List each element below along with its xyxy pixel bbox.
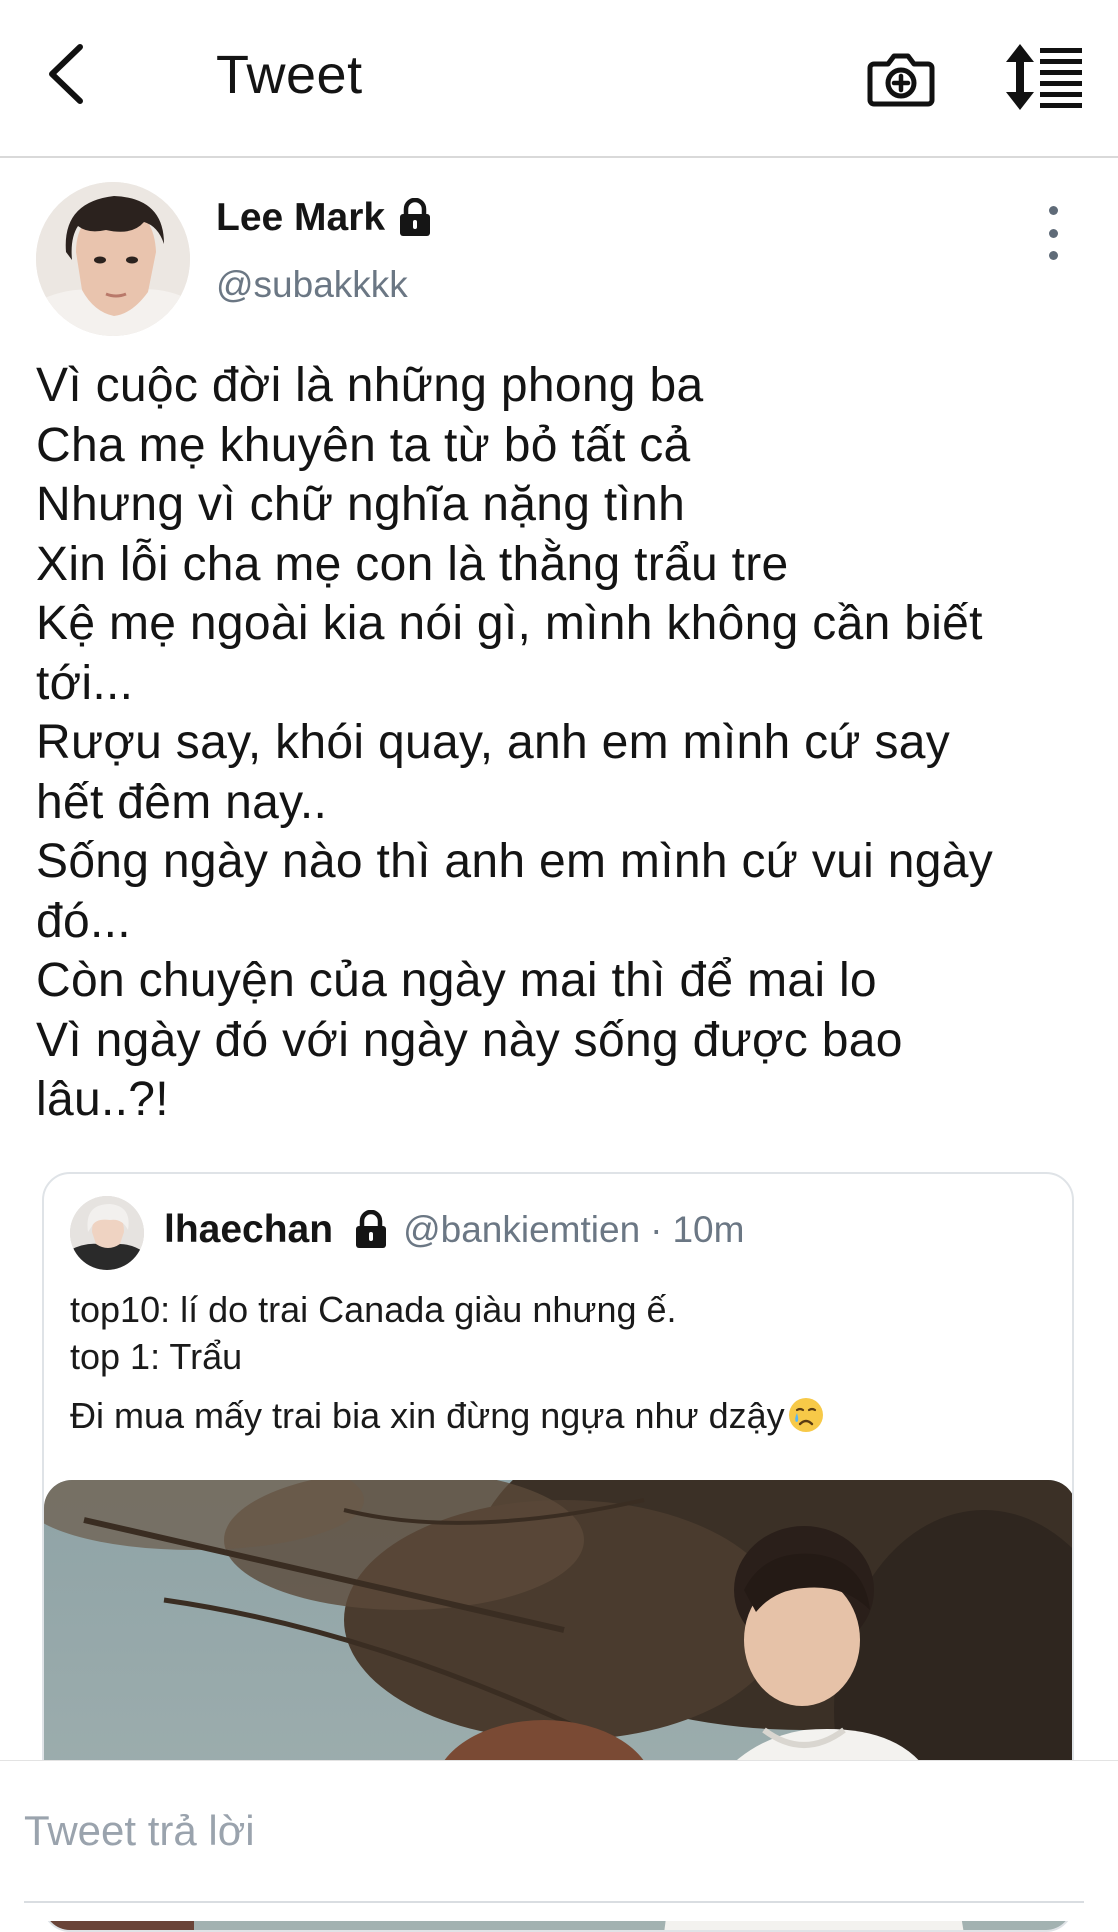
sort-button[interactable]	[1004, 42, 1084, 112]
tweet-line: Xin lỗi cha mẹ con là thằng trẩu tre	[36, 537, 789, 591]
chevron-left-icon	[49, 44, 83, 104]
tweet-line: Vì ngày đó với ngày này sống được bao	[36, 1013, 903, 1067]
reply-underline	[24, 1901, 1084, 1903]
quoted-timestamp: 10m	[672, 1209, 745, 1250]
quoted-line: top 1: Trẩu	[70, 1336, 243, 1377]
crying-face-emoji-icon	[788, 1398, 823, 1432]
author-name[interactable]: Lee Mark	[216, 196, 385, 240]
quoted-author-avatar[interactable]	[70, 1196, 144, 1270]
tweet-line: hết đêm nay..	[36, 775, 328, 829]
avatar-photo	[36, 182, 190, 336]
tweet-line: tới...	[36, 656, 134, 710]
sort-lines-icon	[1006, 44, 1082, 110]
camera-plus-icon	[867, 53, 935, 107]
quoted-line-with-emoji: Đi mua mấy trai bia xin đừng ngựa như dz…	[70, 1392, 1050, 1439]
quoted-author-handle[interactable]: @bankiemtien	[403, 1209, 640, 1251]
tweet-line: lâu..?!	[36, 1073, 169, 1126]
tweet-line: Sống ngày nào thì anh em mình cứ vui ngà…	[36, 835, 994, 888]
quoted-avatar-photo	[70, 1196, 144, 1270]
back-button[interactable]	[36, 38, 96, 110]
tweet-line: Còn chuyện của ngày mai thì để mai lo	[36, 954, 877, 1007]
tweet-text: Vì cuộc đời là những phong ba Cha mẹ khu…	[36, 356, 1086, 1130]
quoted-author-name[interactable]: lhaechan	[164, 1208, 333, 1252]
reply-bar	[0, 1760, 1118, 1921]
tweet-line: Rượu say, khói quay, anh em mình cứ say	[36, 716, 951, 769]
quoted-header: lhaechan @bankiemtien · 10m	[164, 1208, 744, 1252]
author-avatar[interactable]	[36, 182, 190, 336]
camera-button[interactable]	[866, 42, 936, 112]
author-name-row: Lee Mark	[216, 196, 433, 240]
more-dot	[1048, 251, 1058, 260]
more-options-button[interactable]	[1038, 206, 1068, 260]
quoted-line: top10: lí do trai Canada giàu nhưng ế.	[70, 1289, 677, 1330]
tweet-line: Nhưng vì chữ nghĩa nặng tình	[36, 478, 686, 531]
quoted-line: Đi mua mấy trai bia xin đừng ngựa như dz…	[70, 1395, 785, 1436]
lock-icon	[400, 198, 431, 236]
more-vertical-icon	[1048, 206, 1058, 215]
tweet-line: Cha mẹ khuyên ta từ bỏ tất cả	[36, 418, 691, 472]
lock-icon	[356, 1210, 387, 1248]
more-dot	[1048, 228, 1058, 238]
top-nav-bar: Tweet	[0, 0, 1118, 158]
reply-input[interactable]	[24, 1795, 1084, 1867]
quoted-tweet-text: top10: lí do trai Canada giàu nhưng ế. t…	[70, 1286, 1050, 1439]
tweet-line: Vì cuộc đời là những phong ba	[36, 359, 704, 412]
dot-separator: ·	[650, 1209, 663, 1250]
page-title: Tweet	[216, 45, 363, 105]
tweet-line: Kệ mẹ ngoài kia nói gì, mình không cần b…	[36, 597, 983, 650]
author-handle[interactable]: @subakkkk	[216, 264, 408, 306]
tweet-line: đó...	[36, 894, 131, 948]
